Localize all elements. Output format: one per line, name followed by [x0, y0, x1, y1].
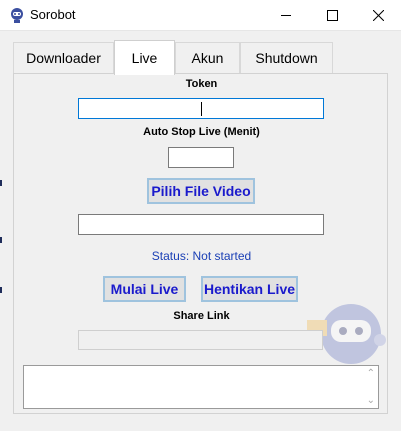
start-live-button[interactable]: Mulai Live — [103, 276, 186, 302]
chevron-up-icon[interactable]: ⌃ — [367, 368, 375, 379]
auto-stop-input[interactable] — [168, 147, 234, 168]
log-output[interactable]: ⌃ ⌄ — [23, 365, 379, 409]
share-link-field — [78, 330, 323, 350]
status-text: Status: Not started — [151, 249, 252, 263]
minimize-icon — [280, 14, 291, 16]
minimize-button[interactable] — [263, 0, 309, 30]
tab-live[interactable]: Live — [114, 40, 175, 75]
stop-live-button[interactable]: Hentikan Live — [201, 276, 298, 302]
live-panel: Token Auto Stop Live (Menit) Pilih File … — [13, 73, 388, 414]
tab-shutdown[interactable]: Shutdown — [240, 42, 333, 73]
share-link-label: Share Link — [173, 310, 230, 322]
token-label: Token — [185, 78, 218, 90]
chevron-down-icon[interactable]: ⌄ — [367, 395, 375, 406]
close-icon — [372, 9, 384, 21]
title-bar: Sorobot — [0, 0, 401, 31]
maximize-icon — [326, 9, 338, 21]
tab-akun[interactable]: Akun — [175, 42, 240, 73]
tab-strip: Downloader Live Akun Shutdown — [0, 30, 401, 75]
edge-artifact — [0, 287, 2, 293]
robot-app-icon — [8, 6, 26, 24]
edge-artifact — [0, 180, 2, 186]
tab-downloader[interactable]: Downloader — [13, 42, 114, 73]
maximize-button[interactable] — [309, 0, 355, 30]
text-caret — [201, 102, 202, 116]
pick-video-button[interactable]: Pilih File Video — [147, 178, 255, 204]
edge-artifact — [0, 237, 2, 243]
token-input[interactable] — [78, 98, 324, 119]
auto-stop-label: Auto Stop Live (Menit) — [143, 126, 260, 138]
close-button[interactable] — [355, 0, 401, 30]
window-title: Sorobot — [30, 7, 76, 22]
video-path-input[interactable] — [78, 214, 324, 235]
